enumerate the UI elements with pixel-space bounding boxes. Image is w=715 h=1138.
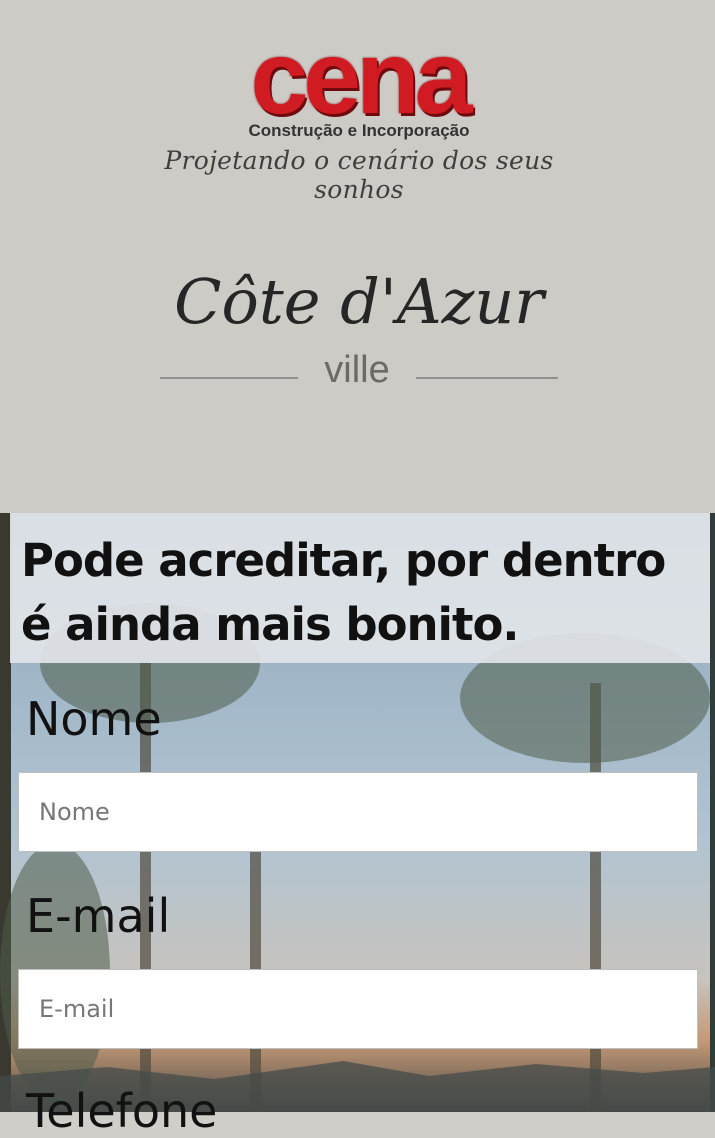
cena-logo-wordmark: cena — [250, 20, 472, 136]
cena-logo-tagline: Projetando o cenário dos seus sonhos — [164, 146, 554, 204]
hero-headline: Pode acreditar, por dentro é ainda mais … — [21, 534, 666, 651]
palm-trunk — [250, 813, 261, 1112]
page-header: cena Construção e Incorporação Projetand… — [0, 0, 715, 513]
email-label: E-mail — [26, 889, 171, 943]
logo-divider-left — [160, 377, 298, 379]
email-input[interactable] — [18, 969, 698, 1049]
cena-logo-subtitle: Construção e Incorporação — [248, 121, 470, 140]
cote-dazur-logo-title: Côte d'Azur — [174, 265, 544, 338]
phone-label: Telefone — [26, 1084, 218, 1138]
headline-box: Pode acreditar, por dentro é ainda mais … — [10, 513, 710, 663]
cena-logo[interactable]: cena Construção e Incorporação Projetand… — [128, 20, 590, 204]
photo-right-edge — [710, 513, 715, 1112]
cote-dazur-logo-subtitle: ville — [324, 349, 390, 391]
name-label: Nome — [26, 692, 162, 746]
name-input[interactable] — [18, 772, 698, 852]
cote-dazur-logo: Côte d'Azur ville — [158, 262, 560, 392]
logo-divider-right — [416, 377, 558, 379]
